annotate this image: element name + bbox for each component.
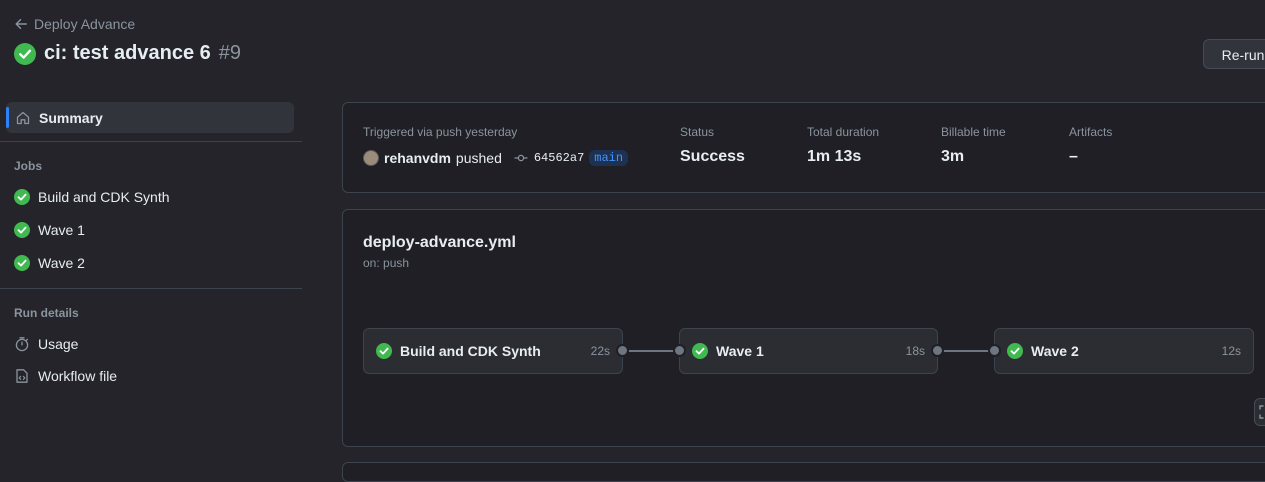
job-connector-dot: [988, 344, 1001, 357]
job-node-duration: 18s: [905, 344, 925, 358]
next-card: [342, 462, 1265, 482]
file-code-icon: [16, 369, 28, 383]
duration-label: Total duration: [807, 125, 880, 139]
check-circle-icon: [692, 343, 708, 359]
commit-sha-link[interactable]: 64562a7: [534, 151, 584, 165]
status-label: Status: [680, 125, 715, 139]
back-link-label: Deploy Advance: [34, 16, 136, 32]
sidebar-item-usage[interactable]: Usage: [14, 336, 78, 352]
job-node[interactable]: Wave 2 12s: [994, 328, 1254, 374]
screen-full-icon: [1259, 405, 1264, 419]
sidebar-item-label: Build and CDK Synth: [38, 189, 170, 205]
check-circle-icon: [14, 255, 30, 271]
sidebar-item-label: Wave 2: [38, 255, 85, 271]
sidebar-item-label: Wave 1: [38, 222, 85, 238]
artifacts-label: Artifacts: [1069, 125, 1113, 139]
arrow-left-icon: [15, 18, 27, 30]
home-icon: [16, 111, 30, 124]
branch-label[interactable]: main: [589, 150, 629, 166]
workflow-file-name[interactable]: deploy-advance.yml: [363, 234, 516, 252]
active-indicator: [6, 107, 9, 128]
avatar[interactable]: [363, 150, 379, 166]
sidebar-divider: [0, 141, 302, 142]
job-node-duration: 12s: [1221, 344, 1241, 358]
rerun-button[interactable]: Re-run: [1203, 39, 1265, 69]
trigger-label: Triggered via push yesterday: [363, 125, 518, 139]
job-connector-dot: [616, 344, 629, 357]
back-link[interactable]: Deploy Advance: [14, 16, 135, 32]
job-connector: [942, 350, 990, 352]
job-node-name: Wave 2: [1031, 343, 1079, 359]
trigger-info: rehanvdm pushed 64562a7 main: [363, 150, 629, 166]
check-circle-icon: [1007, 343, 1023, 359]
run-details-heading: Run details: [14, 306, 79, 320]
job-node-duration: 22s: [590, 344, 610, 358]
sidebar-item-label: Workflow file: [38, 368, 118, 384]
job-connector-dot: [931, 344, 944, 357]
check-circle-icon: [376, 343, 392, 359]
sidebar-item-label: Summary: [39, 109, 103, 126]
run-number: #9: [218, 42, 241, 64]
fullscreen-button[interactable]: [1254, 398, 1265, 426]
actor-link[interactable]: rehanvdm: [384, 150, 451, 166]
run-summary-card: [342, 102, 1265, 193]
job-node-name: Wave 1: [716, 343, 764, 359]
sidebar-divider: [0, 288, 302, 289]
job-node[interactable]: Build and CDK Synth 22s: [363, 328, 623, 374]
git-commit-icon: [514, 154, 528, 162]
job-connector-dot: [673, 344, 686, 357]
page-title: ci: test advance 6 #9: [14, 42, 241, 65]
job-node[interactable]: Wave 1 18s: [679, 328, 938, 374]
run-title: ci: test advance 6: [44, 42, 211, 64]
job-connector: [627, 350, 675, 352]
sidebar-item-label: Usage: [38, 336, 79, 352]
sidebar-item-job[interactable]: Build and CDK Synth: [14, 189, 170, 205]
sidebar-item-job[interactable]: Wave 1: [14, 222, 85, 238]
check-circle-icon: [14, 189, 30, 205]
workflow-trigger: on: push: [363, 256, 410, 270]
check-circle-icon: [14, 42, 36, 65]
billable-value: 3m: [941, 148, 965, 165]
billable-label: Billable time: [941, 125, 1006, 139]
duration-value: 1m 13s: [807, 148, 862, 165]
artifacts-value: –: [1069, 148, 1078, 165]
status-value: Success: [680, 148, 745, 165]
job-node-name: Build and CDK Synth: [400, 343, 541, 359]
trigger-action: pushed: [455, 150, 502, 166]
sidebar-item-workflow-file[interactable]: Workflow file: [14, 368, 117, 384]
check-circle-icon: [14, 222, 30, 238]
sidebar-item-summary[interactable]: Summary: [6, 102, 294, 133]
jobs-heading: Jobs: [14, 159, 43, 173]
sidebar-item-job[interactable]: Wave 2: [14, 255, 85, 271]
stopwatch-icon: [15, 337, 29, 352]
